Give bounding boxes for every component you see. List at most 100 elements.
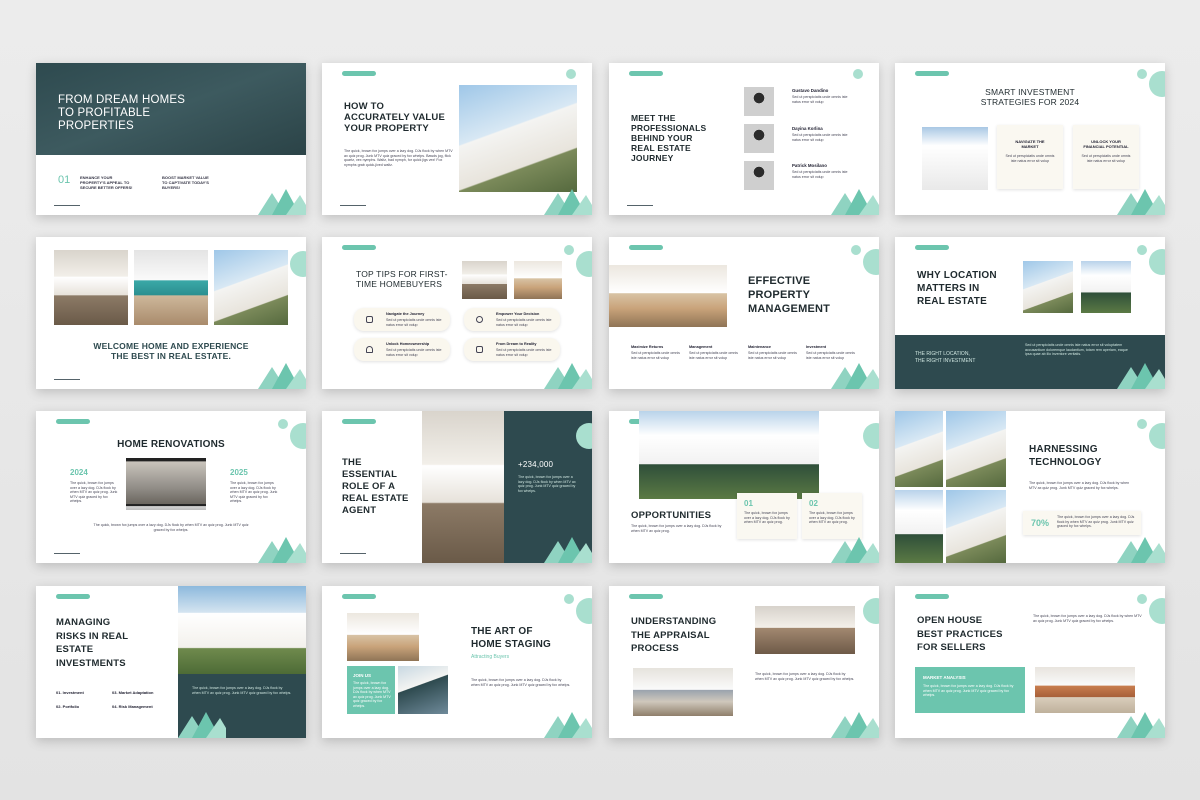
- slide-body: The quick, brown fox jumps over a lazy d…: [631, 524, 722, 533]
- decor-circle: [853, 69, 863, 79]
- slide-title: EFFECTIVE PROPERTY MANAGEMENT: [748, 275, 831, 315]
- box-title: MARKET ANALYSIS: [923, 675, 966, 680]
- tip-title: From Dream to Reality: [496, 342, 537, 346]
- risk-item: 01. Investment: [56, 690, 84, 695]
- slide-5[interactable]: WELCOME HOME AND EXPERIENCE THE BEST IN R…: [36, 237, 306, 389]
- decor-circle: [1149, 423, 1165, 449]
- slide-title: WELCOME HOME AND EXPERIENCE THE BEST IN R…: [93, 341, 249, 361]
- decor-triangles: [258, 363, 306, 389]
- decor-circle: [1137, 419, 1147, 429]
- slide-16[interactable]: OPEN HOUSE BEST PRACTICES FOR SELLERS The …: [895, 586, 1165, 738]
- decor-circle: [1149, 249, 1165, 275]
- person-photo: [744, 161, 774, 190]
- decor-circle: [1137, 594, 1147, 604]
- card-desc: Sed ut perspiciatis unde omnis iste natu…: [1005, 154, 1055, 163]
- house-photo: [398, 666, 448, 714]
- divider: [627, 205, 653, 206]
- slide-title: SMART INVESTMENT STRATEGIES FOR 2024: [980, 87, 1080, 107]
- stat-desc: The quick, brown fox jumps over a lazy d…: [1057, 515, 1135, 529]
- slide-title: WHY LOCATION MATTERS IN REAL ESTATE: [917, 270, 997, 307]
- slide-14[interactable]: JOIN US The quick, brown fox jumps over …: [322, 586, 592, 738]
- slide-tag: [629, 594, 663, 599]
- slide-tag: [342, 245, 376, 250]
- slide-6[interactable]: TOP TIPS FOR FIRST- TIME HOMEBUYERS Navig…: [322, 237, 592, 389]
- stat-desc: The quick, brown fox jumps over a lazy d…: [518, 475, 576, 493]
- slide-title: TOP TIPS FOR FIRST- TIME HOMEBUYERS: [356, 269, 448, 289]
- box-desc: The quick, brown fox jumps over a lazy d…: [923, 684, 1014, 698]
- slide-title: MANAGING RISKS IN REAL ESTATE INVESTMENTS: [56, 617, 129, 669]
- divider: [54, 205, 80, 206]
- kitchen-photo: [422, 411, 504, 563]
- column-title: Maintenance: [748, 345, 771, 349]
- house-photo: [459, 85, 577, 192]
- person-name: Dayina Korlina: [792, 126, 823, 131]
- cloud-icon: [366, 346, 373, 353]
- slide-title: FROM DREAM HOMES TO PROFITABLE PROPERTIES: [58, 94, 186, 132]
- slide-body: The quick, brown fox jumps over a lazy d…: [1033, 614, 1142, 623]
- divider: [54, 379, 80, 380]
- decor-circle: [863, 598, 879, 624]
- living-room-photo: [609, 265, 727, 327]
- column-title: Management: [689, 345, 713, 349]
- card-title: NAVIGATE THE MARKET: [1015, 139, 1045, 149]
- divider: [54, 553, 80, 554]
- slide-title: OPPORTUNITIES: [631, 510, 712, 521]
- person-desc: Sed ut perspiciatis unde omnis iste natu…: [792, 170, 848, 179]
- risk-item: 03. Market Adaptation: [112, 690, 154, 695]
- living-photo: [347, 613, 419, 661]
- slide-1[interactable]: FROM DREAM HOMES TO PROFITABLE PROPERTIES …: [36, 63, 306, 215]
- slide-body: The quick, brown fox jumps over a lazy d…: [93, 523, 249, 532]
- stat-value: 70%: [1031, 518, 1050, 528]
- card-desc: Sed ut perspiciatis unde omnis iste natu…: [1081, 154, 1131, 163]
- slide-7[interactable]: EFFECTIVE PROPERTY MANAGEMENT Maximize Ret…: [609, 237, 879, 389]
- garden-photo: [946, 490, 1006, 563]
- slide-2[interactable]: HOW TO ACCURATELY VALUE YOUR PROPERTY The …: [322, 63, 592, 215]
- card-title: UNLOCK YOUR FINANCIAL POTENTIAL: [1083, 139, 1129, 149]
- decor-circle: [564, 594, 574, 604]
- slide-tag: [342, 594, 376, 599]
- slide-title: THE ART OF HOME STAGING: [471, 626, 551, 650]
- decor-circle: [1137, 245, 1147, 255]
- decor-triangles: [258, 189, 306, 215]
- card-desc: The quick, brown fox jumps over a lazy d…: [744, 511, 790, 525]
- card-number: 02: [809, 499, 818, 508]
- cart-icon: [476, 346, 483, 353]
- living-photo: [514, 261, 562, 299]
- slide-tag: [629, 71, 663, 76]
- slide-subtitle: Attracting Buyers: [471, 654, 510, 660]
- slide-9[interactable]: HOME RENOVATIONS 2024 The quick, brown f…: [36, 411, 306, 563]
- interior-photo: [755, 606, 855, 654]
- house-photo: [895, 411, 943, 487]
- tip-desc: Sed ut perspiciatis unde omnis iste natu…: [496, 318, 552, 327]
- decor-triangles: [544, 537, 592, 563]
- panel-caption: THE RIGHT LOCATION, THE RIGHT INVESTMENT: [915, 351, 976, 364]
- decor-circle: [564, 245, 574, 255]
- slide-number: 01: [58, 174, 71, 186]
- decor-triangles: [544, 189, 592, 215]
- decor-triangles: [258, 537, 306, 563]
- year-desc: The quick, brown fox jumps over a lazy d…: [230, 481, 278, 504]
- slide-15[interactable]: UNDERSTANDING THE APPRAISAL PROCESS The qu…: [609, 586, 879, 738]
- decor-triangles: [544, 363, 592, 389]
- decor-circle: [278, 419, 288, 429]
- slide-8[interactable]: WHY LOCATION MATTERS IN REAL ESTATE THE RI…: [895, 237, 1165, 389]
- decor-circle: [863, 249, 879, 275]
- column-desc: Sed ut perspiciatis unde omnis iste natu…: [748, 351, 797, 360]
- living-photo: [1035, 667, 1135, 713]
- slide-title: MEET THE PROFESSIONALS BEHIND YOUR REAL EST…: [631, 113, 707, 163]
- person-desc: Sed ut perspiciatis unde omnis iste natu…: [792, 133, 848, 142]
- slide-title: HARNESSING TECHNOLOGY: [1029, 444, 1102, 468]
- decor-circle: [576, 598, 592, 624]
- slide-12[interactable]: HARNESSING TECHNOLOGY The quick, brown fo…: [895, 411, 1165, 563]
- slide-10[interactable]: THE ESSENTIAL ROLE OF A REAL ESTATE AGENT +2…: [322, 411, 592, 563]
- kitchen-photo: [54, 250, 128, 325]
- slide-3[interactable]: MEET THE PROFESSIONALS BEHIND YOUR REAL EST…: [609, 63, 879, 215]
- slide-tag: [56, 419, 90, 424]
- slide-body: The quick, brown fox jumps over a lazy d…: [344, 149, 453, 167]
- panel-text: Sed ut perspiciatis unde omnis iste natu…: [1025, 343, 1128, 357]
- slide-11[interactable]: OPPORTUNITIES The quick, brown fox jumps…: [609, 411, 879, 563]
- building-photo: [1081, 261, 1131, 313]
- slide-4[interactable]: SMART INVESTMENT STRATEGIES FOR 2024 NAVI…: [895, 63, 1165, 215]
- slide-tag: [56, 594, 90, 599]
- slide-13[interactable]: MANAGING RISKS IN REAL ESTATE INVESTMENTS 0…: [36, 586, 306, 738]
